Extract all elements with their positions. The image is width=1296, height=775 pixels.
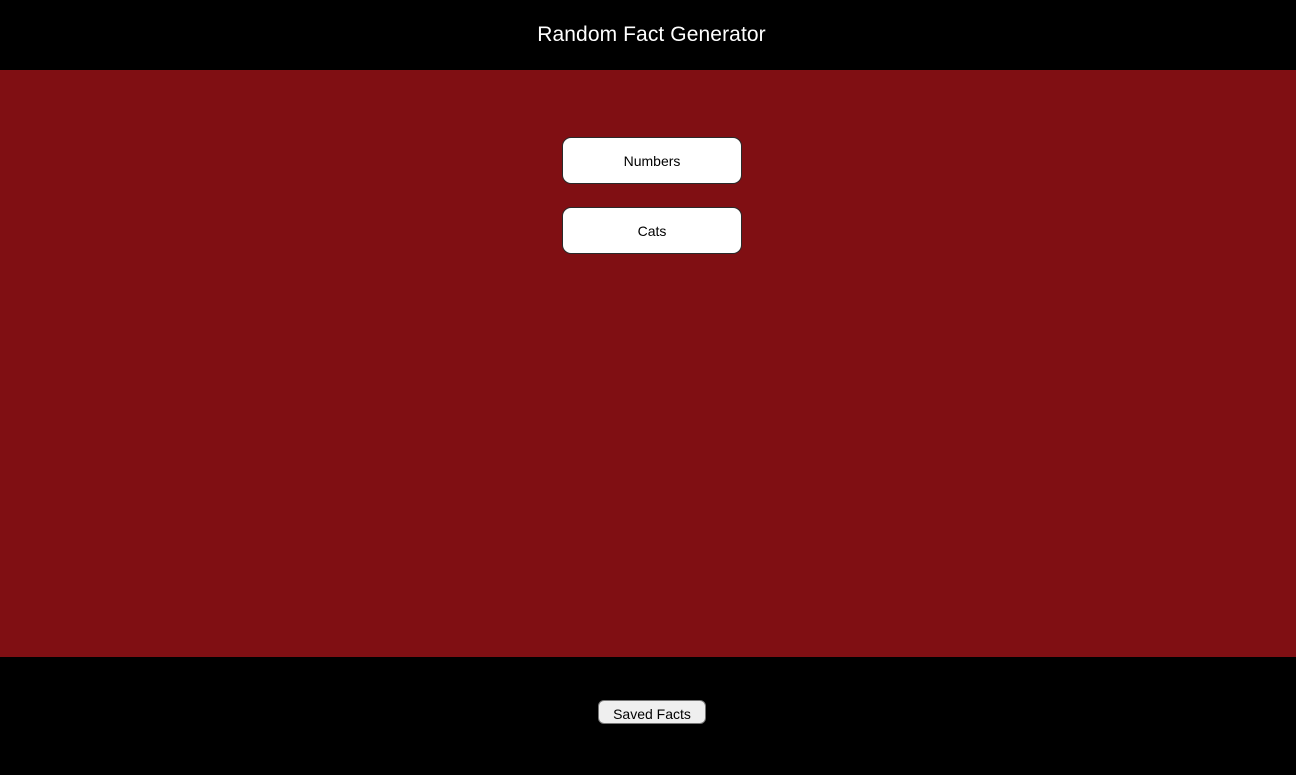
saved-facts-button[interactable]: Saved Facts (598, 700, 706, 724)
numbers-button-label: Numbers (623, 152, 681, 169)
header-bar: Random Fact Generator (0, 0, 1296, 70)
footer-bar: Saved Facts (0, 657, 1296, 775)
cats-button[interactable]: Cats (562, 207, 742, 254)
main-content: Numbers Cats (0, 70, 1296, 657)
cats-button-label: Cats (637, 222, 667, 239)
saved-facts-button-label: Saved Facts (613, 705, 691, 722)
app-root: Random Fact Generator Numbers Cats Saved… (0, 0, 1296, 775)
numbers-button[interactable]: Numbers (562, 137, 742, 184)
page-title: Random Fact Generator (537, 23, 766, 46)
